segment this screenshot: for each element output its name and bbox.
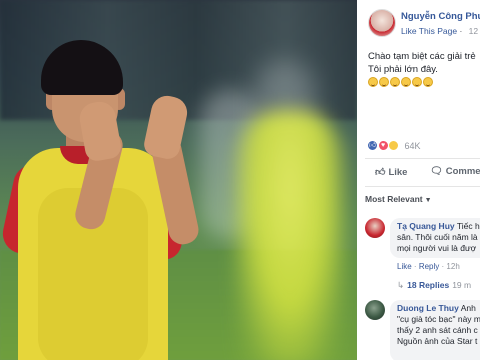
grinning-emoji-icon (390, 76, 400, 87)
meta-separator: · (413, 262, 417, 271)
comment-button[interactable]: 🗨︎Commen (430, 166, 480, 177)
grinning-emoji-icon (401, 76, 411, 87)
reactions-summary[interactable]: 👍︎ ♥︎ 64K (367, 140, 421, 152)
like-reaction-icon: 👍︎ (367, 140, 378, 152)
replies-count: 18 Replies (407, 280, 450, 290)
like-button[interactable]: 👍︎ Like (375, 166, 407, 178)
thumbs-up-icon: 👍︎ (375, 167, 386, 178)
replies-time: 19 m (452, 280, 472, 290)
meta-separator: · (459, 26, 463, 36)
post-photo[interactable] (0, 0, 357, 360)
post-meta: Like This Page · 12 h (401, 26, 480, 36)
post-text: Chào tạm biệt các giải trẻ Tôi phải lớn … (368, 50, 480, 76)
post-text-line: Tôi phải lớn đây. (368, 64, 438, 75)
view-replies-link[interactable]: ↳ 18 Replies 19 m (397, 280, 471, 291)
post-emoji-row (368, 76, 434, 87)
grinning-emoji-icon (379, 76, 389, 87)
comment-reply-link[interactable]: Reply (419, 262, 439, 271)
comment-text: mọi người vui là đượ (397, 243, 477, 253)
comment-text: Anh (460, 303, 476, 313)
player-hand (141, 92, 191, 162)
grinning-emoji-icon (423, 76, 433, 87)
comment-text: Nguồn ảnh của Star t (397, 336, 478, 346)
commenter-name[interactable]: Duong Le Thuy (397, 303, 459, 313)
comment-time[interactable]: 12h (446, 262, 459, 271)
grinning-emoji-icon (368, 76, 378, 87)
comments-filter-dropdown[interactable]: Most Relevant ▼ (365, 194, 432, 204)
commenter-avatar[interactable] (365, 218, 385, 238)
meta-separator: · (441, 262, 445, 271)
post-side-panel: Nguyễn Công Phượng Like This Page · 12 h… (357, 0, 480, 360)
comment-button-label: Commen (445, 166, 480, 177)
commenter-avatar[interactable] (365, 300, 385, 320)
caret-down-icon: ▼ (424, 197, 432, 204)
comment-text: "cụ già tóc bạc" này m (397, 314, 480, 324)
page-avatar[interactable] (368, 9, 396, 37)
comment-text: sân. Thôi cuối năm là (397, 232, 478, 242)
divider (365, 186, 480, 187)
comment-bubble-icon: 🗨︎ (430, 166, 443, 177)
comment-text: thấy 2 anh sát cánh c (397, 325, 478, 335)
comment-meta: Like · Reply · 12h (397, 262, 460, 271)
comment-like-link[interactable]: Like (397, 262, 412, 271)
like-page-link[interactable]: Like This Page (401, 26, 457, 36)
post-actions: 👍︎Like 🗨︎Commen (357, 164, 480, 184)
post-time[interactable]: 12 h (469, 26, 480, 36)
comment-bubble: Tạ Quang Huy Tiếc h sân. Thôi cuối năm l… (390, 218, 480, 258)
like-button-label: Like (388, 167, 408, 178)
player-hair (41, 40, 123, 95)
grinning-emoji-icon (412, 76, 422, 87)
comments-filter-label: Most Relevant (365, 194, 423, 204)
reply-arrow-icon: ↳ (397, 280, 405, 290)
divider (365, 158, 480, 159)
photo-foreground-blur (235, 110, 345, 360)
love-reaction-icon: ♥︎ (377, 140, 389, 152)
page-name-link[interactable]: Nguyễn Công Phượng (401, 11, 480, 22)
comment-bubble: Duong Le Thuy Anh "cụ già tóc bạc" này m… (390, 300, 480, 360)
post-text-line: Chào tạm biệt các giải trẻ (368, 51, 476, 62)
haha-reaction-icon (388, 140, 400, 152)
post-header: Nguyễn Công Phượng Like This Page · 12 h (357, 0, 480, 44)
commenter-name[interactable]: Tạ Quang Huy (397, 221, 455, 231)
reaction-count[interactable]: 64K (405, 141, 421, 151)
comment-text: Tiếc h (456, 221, 480, 231)
